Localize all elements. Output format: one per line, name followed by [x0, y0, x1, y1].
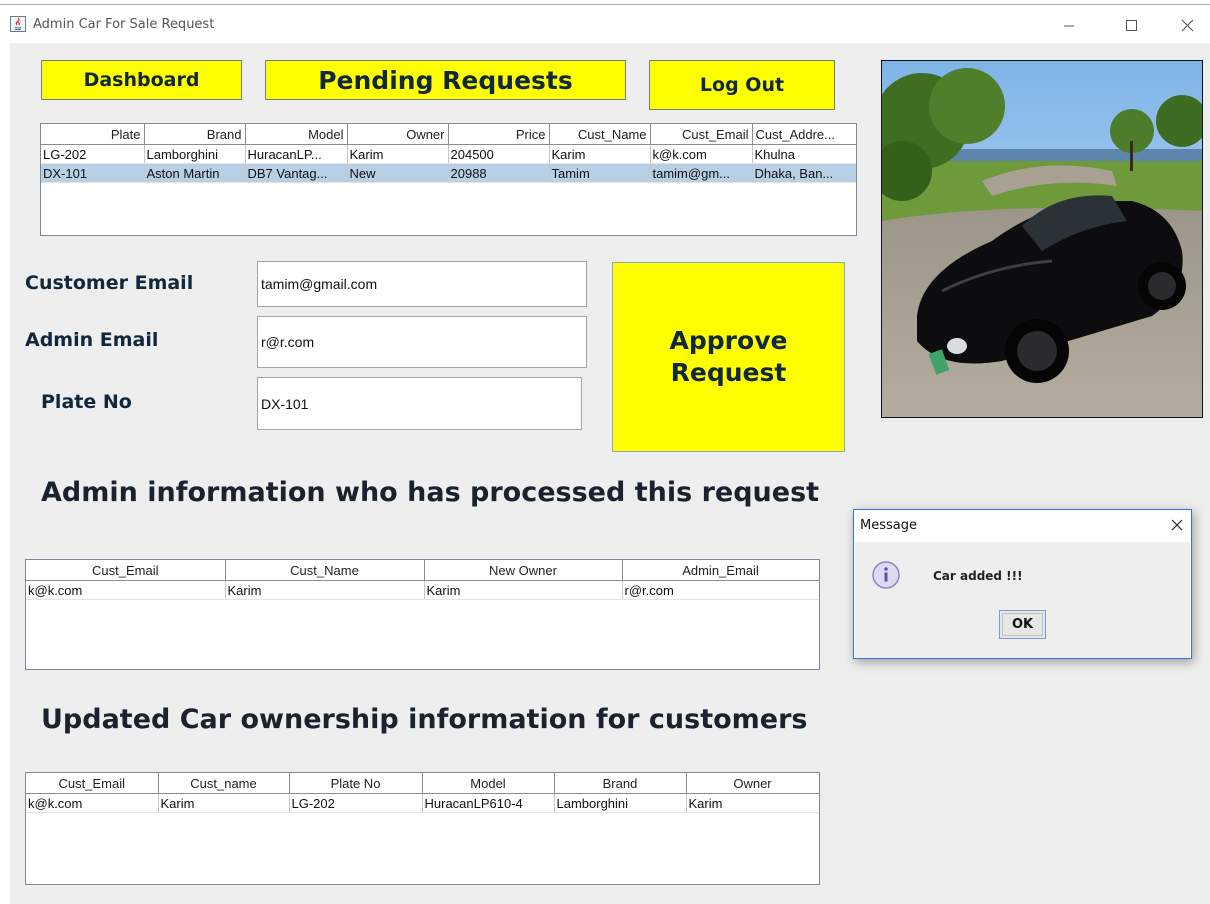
info-icon	[872, 561, 900, 589]
approve-line-2: Request	[670, 358, 787, 387]
column-header[interactable]: Cust_name	[158, 773, 290, 794]
table-cell[interactable]: k@k.com	[26, 580, 226, 600]
column-header[interactable]: Cust_Email	[26, 773, 159, 794]
column-header[interactable]: Cust_Email	[26, 560, 226, 581]
table-cell[interactable]: Karim	[549, 144, 651, 164]
dialog-body: Car added !!! OK	[855, 542, 1190, 658]
table-cell[interactable]: tamim@gm...	[650, 163, 753, 183]
admin-email-field[interactable]: r@r.com	[257, 316, 587, 368]
logout-button[interactable]: Log Out	[649, 60, 835, 110]
column-header[interactable]: Plate No	[289, 773, 423, 794]
ok-button[interactable]: OK	[999, 610, 1046, 639]
table-cell[interactable]: Karim	[686, 793, 819, 813]
table-cell[interactable]: r@r.com	[622, 580, 819, 600]
table-header-row: Cust_Email Cust_name Plate No Model Bran…	[26, 773, 819, 794]
column-header[interactable]: Admin_Email	[622, 560, 819, 581]
dialog-message: Car added !!!	[933, 569, 1023, 583]
table-row[interactable]: k@k.com Karim Karim r@r.com	[26, 580, 819, 600]
table-header-row: Cust_Email Cust_Name New Owner Admin_Ema…	[26, 560, 819, 581]
table-cell[interactable]: 204500	[448, 144, 550, 164]
table-cell[interactable]: LG-202	[41, 144, 145, 164]
minimize-icon[interactable]	[1046, 10, 1092, 40]
admin-info-heading: Admin information who has processed this…	[41, 477, 820, 508]
customer-email-label: Customer Email	[25, 272, 194, 294]
ownership-table[interactable]: Cust_Email Cust_name Plate No Model Bran…	[25, 772, 820, 885]
table-cell[interactable]: Lamborghini	[554, 793, 687, 813]
column-header[interactable]: Cust_Name	[549, 124, 651, 145]
approve-line-1: Approve	[669, 325, 788, 355]
column-header[interactable]: Model	[245, 124, 348, 145]
car-photo	[881, 60, 1203, 418]
dashboard-button[interactable]: Dashboard	[41, 60, 242, 100]
column-header[interactable]: Owner	[686, 773, 819, 794]
table-cell[interactable]: Dhaka, Ban...	[752, 163, 856, 183]
table-cell[interactable]: DX-101	[41, 163, 145, 183]
java-app-icon	[10, 16, 26, 32]
title-bar: Admin Car For Sale Request	[0, 5, 1210, 43]
close-icon[interactable]	[1164, 10, 1210, 40]
table-cell[interactable]: Karim	[158, 793, 290, 813]
main-panel: Dashboard Pending Requests Log Out Plate…	[10, 43, 1210, 904]
pending-requests-button[interactable]: Pending Requests	[265, 60, 626, 100]
column-header[interactable]: Plate	[41, 124, 145, 145]
column-header[interactable]: Price	[448, 124, 550, 145]
close-icon[interactable]	[1167, 515, 1187, 535]
table-header-row: Plate Brand Model Owner Price Cust_Name …	[41, 124, 856, 145]
column-header[interactable]: Cust_Name	[225, 560, 425, 581]
column-header[interactable]: Owner	[347, 124, 449, 145]
table-cell[interactable]: Aston Martin	[144, 163, 246, 183]
plate-no-label: Plate No	[41, 391, 132, 413]
column-header[interactable]: New Owner	[424, 560, 623, 581]
table-row-selected[interactable]: DX-101 Aston Martin DB7 Vantag... New 20…	[41, 163, 856, 183]
table-cell[interactable]: LG-202	[289, 793, 423, 813]
column-header[interactable]: Brand	[554, 773, 687, 794]
column-header[interactable]: Cust_Addre...	[752, 124, 856, 145]
ownership-heading: Updated Car ownership information for cu…	[41, 704, 808, 735]
table-cell[interactable]: 20988	[448, 163, 550, 183]
table-cell[interactable]: Lamborghini	[144, 144, 246, 164]
window-title: Admin Car For Sale Request	[33, 17, 215, 32]
plate-no-field[interactable]: DX-101	[257, 377, 582, 430]
table-cell[interactable]: Karim	[424, 580, 623, 600]
maximize-icon[interactable]	[1108, 10, 1154, 40]
table-cell[interactable]: HuracanLP610-4	[422, 793, 555, 813]
column-header[interactable]: Model	[422, 773, 555, 794]
dialog-title: Message	[860, 518, 917, 533]
table-cell[interactable]: k@k.com	[26, 793, 159, 813]
table-cell[interactable]: k@k.com	[650, 144, 753, 164]
table-row[interactable]: k@k.com Karim LG-202 HuracanLP610-4 Lamb…	[26, 793, 819, 813]
table-cell[interactable]: Khulna	[752, 144, 856, 164]
table-cell[interactable]: Karim	[225, 580, 425, 600]
table-row[interactable]: LG-202 Lamborghini HuracanLP... Karim 20…	[41, 144, 856, 164]
admin-email-label: Admin Email	[25, 329, 159, 351]
column-header[interactable]: Brand	[144, 124, 246, 145]
table-cell[interactable]: Karim	[347, 144, 449, 164]
customer-email-field[interactable]: tamim@gmail.com	[257, 261, 587, 307]
table-cell[interactable]: New	[347, 163, 449, 183]
requests-table[interactable]: Plate Brand Model Owner Price Cust_Name …	[40, 123, 857, 236]
table-cell[interactable]: DB7 Vantag...	[245, 163, 348, 183]
column-header[interactable]: Cust_Email	[650, 124, 753, 145]
table-cell[interactable]: HuracanLP...	[245, 144, 348, 164]
table-cell[interactable]: Tamim	[549, 163, 651, 183]
approve-request-button[interactable]: Approve Request	[612, 262, 845, 452]
message-dialog: Message Car added !!! OK	[853, 509, 1192, 659]
admin-info-table[interactable]: Cust_Email Cust_Name New Owner Admin_Ema…	[25, 559, 820, 670]
